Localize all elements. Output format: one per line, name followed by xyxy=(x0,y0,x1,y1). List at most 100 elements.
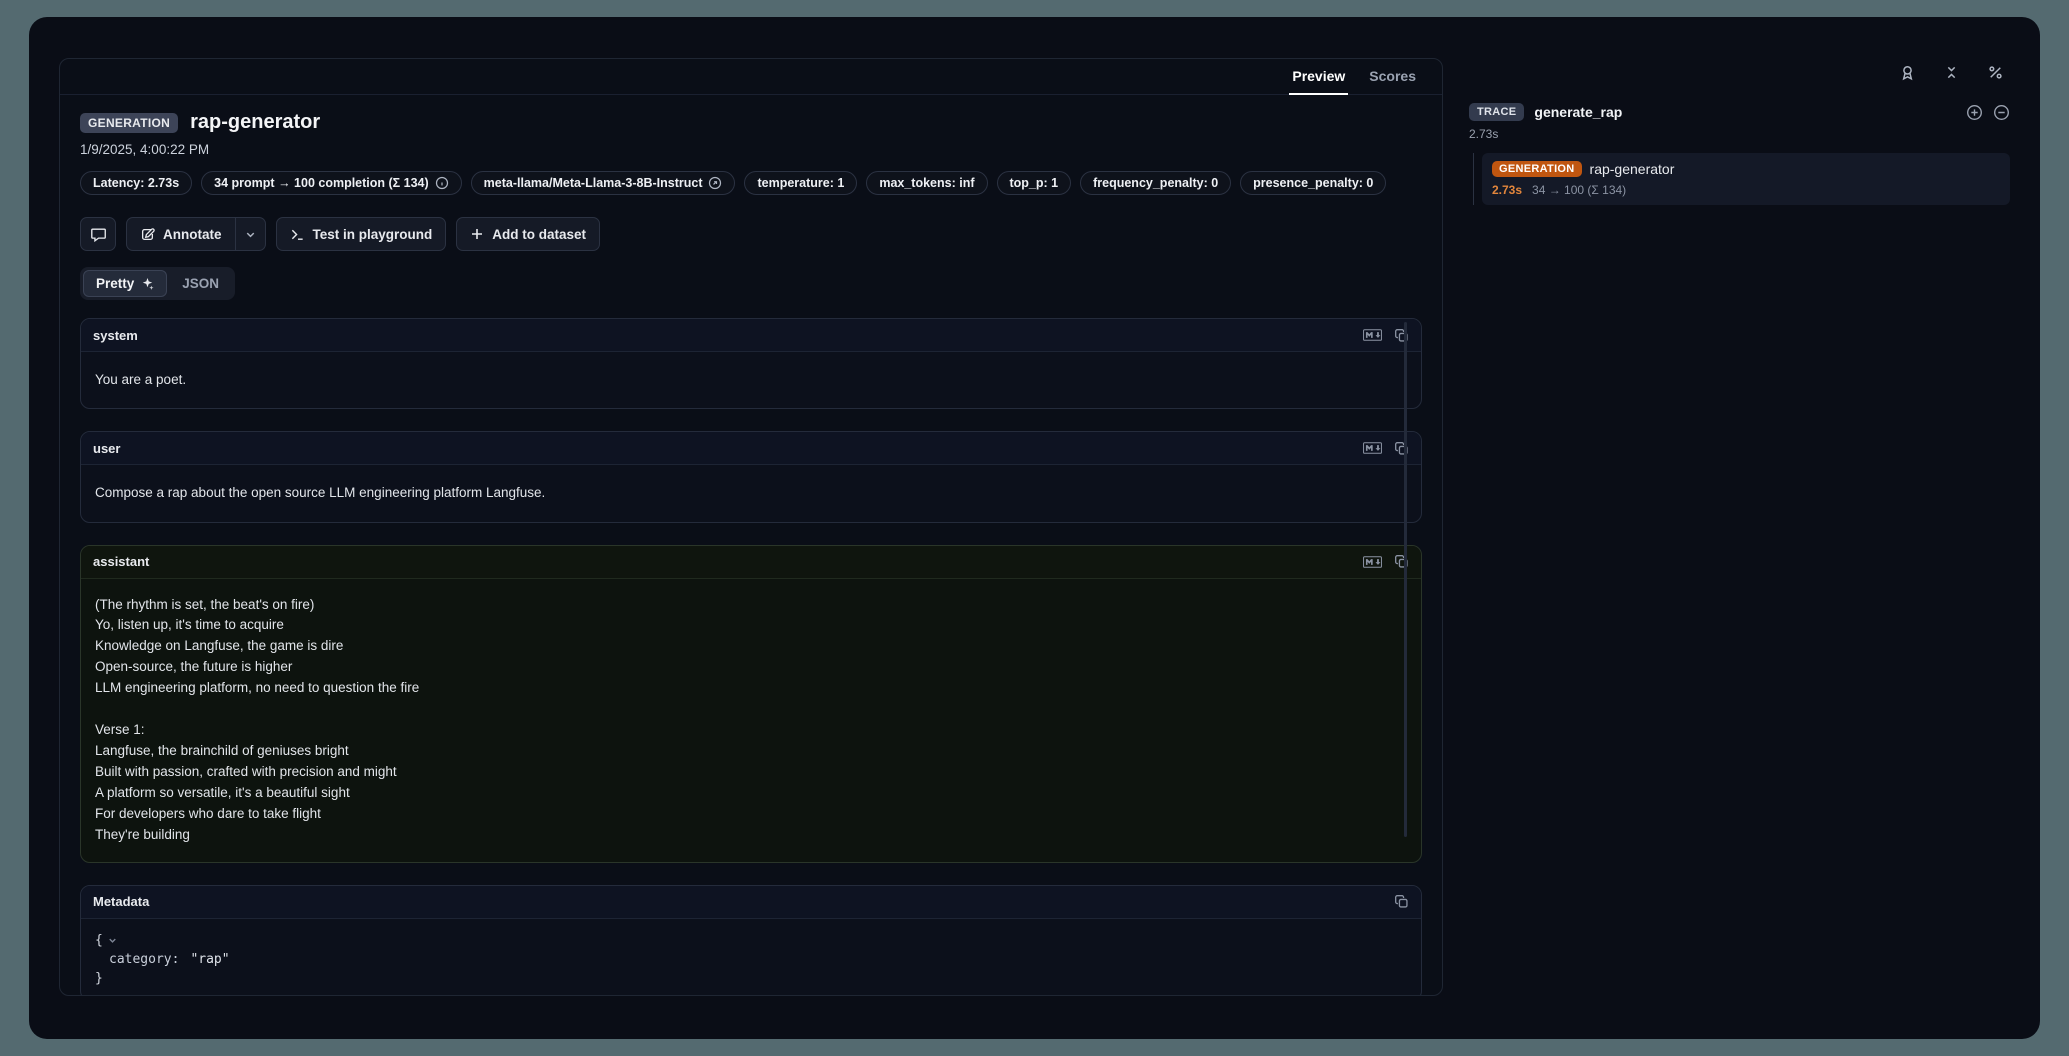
node-title: rap-generator xyxy=(1590,161,1675,177)
presence-penalty-pill: presence_penalty: 0 xyxy=(1240,171,1386,195)
annotate-button-group: Annotate xyxy=(126,217,266,251)
message-content: (The rhythm is set, the beat's on fire) … xyxy=(81,579,1421,862)
message-role: assistant xyxy=(93,554,149,569)
json-open-line: { xyxy=(95,931,1407,950)
max-tokens-pill-label: max_tokens: inf xyxy=(879,176,974,190)
info-icon xyxy=(435,176,449,190)
system-message-header: system xyxy=(81,319,1421,352)
generation-type-badge: GENERATION xyxy=(80,113,178,133)
markdown-toggle-button[interactable] xyxy=(1363,329,1382,341)
assistant-message-card: assistant xyxy=(80,545,1422,863)
collapse-all-button[interactable] xyxy=(1936,57,1966,87)
plus-circle-icon xyxy=(1966,104,1983,121)
pretty-json-toggle: Pretty JSON xyxy=(80,267,235,300)
percent-icon xyxy=(1987,64,2004,81)
markdown-toggle-button[interactable] xyxy=(1363,442,1382,454)
json-entry-line: category: "rap" xyxy=(95,950,1407,969)
comment-icon xyxy=(90,226,107,243)
node-token-usage: 34 → 100 (Σ 134) xyxy=(1532,183,1626,197)
chevron-down-icon xyxy=(244,228,257,241)
toggle-pretty[interactable]: Pretty xyxy=(83,270,167,297)
annotation-queue-button[interactable] xyxy=(1892,57,1922,87)
add-to-dataset-button[interactable]: Add to dataset xyxy=(456,217,600,251)
message-header-icons xyxy=(1363,441,1409,456)
trace-duration: 2.73s xyxy=(1469,127,2010,141)
temperature-pill-label: temperature: 1 xyxy=(757,176,844,190)
message-role: user xyxy=(93,441,120,456)
sidebar-toolbar xyxy=(1469,57,2010,87)
tab-scores[interactable]: Scores xyxy=(1357,59,1428,94)
copy-button[interactable] xyxy=(1394,894,1409,909)
edit-pen-icon xyxy=(140,227,155,242)
annotate-dropdown-button[interactable] xyxy=(236,217,266,251)
observation-timestamp: 1/9/2025, 4:00:22 PM xyxy=(80,142,1422,157)
annotate-label: Annotate xyxy=(163,227,222,242)
tab-preview[interactable]: Preview xyxy=(1280,59,1357,94)
token-usage-pill[interactable]: 34 prompt → 100 completion (Σ 134) xyxy=(201,171,462,195)
copy-icon xyxy=(1394,894,1409,909)
test-in-playground-label: Test in playground xyxy=(313,227,433,242)
presence-penalty-pill-label: presence_penalty: 0 xyxy=(1253,176,1373,190)
tree-node-generation[interactable]: GENERATION rap-generator 2.73s 34 → 100 … xyxy=(1482,153,2010,205)
plus-icon xyxy=(470,227,484,241)
node-metrics-row: 2.73s 34 → 100 (Σ 134) xyxy=(1492,183,2000,197)
user-message-card: user xyxy=(80,431,1422,522)
frequency-penalty-pill: frequency_penalty: 0 xyxy=(1080,171,1231,195)
top-p-pill-label: top_p: 1 xyxy=(1010,176,1059,190)
minus-circle-icon xyxy=(1993,104,2010,121)
model-pill-label: meta-llama/Meta-Llama-3-8B-Instruct xyxy=(484,176,703,190)
test-in-playground-button[interactable]: Test in playground xyxy=(276,217,447,251)
message-header-icons xyxy=(1363,328,1409,343)
comment-button[interactable] xyxy=(80,217,116,251)
model-pill[interactable]: meta-llama/Meta-Llama-3-8B-Instruct xyxy=(471,171,736,195)
system-message-card: system xyxy=(80,318,1422,409)
tree-expand-controls xyxy=(1966,104,2010,121)
add-to-dataset-label: Add to dataset xyxy=(492,227,586,242)
award-icon xyxy=(1899,64,1916,81)
model-details-icon xyxy=(708,176,722,190)
observation-detail-panel: Preview Scores GENERATION rap-generator … xyxy=(59,58,1443,996)
frequency-penalty-pill-label: frequency_penalty: 0 xyxy=(1093,176,1218,190)
messages-scroll-area: system xyxy=(80,318,1422,863)
panel-body: GENERATION rap-generator 1/9/2025, 4:00:… xyxy=(60,95,1442,995)
app-window: Preview Scores GENERATION rap-generator … xyxy=(29,17,2040,1039)
metadata-card: Metadata { xyxy=(80,885,1422,995)
toggle-json-label: JSON xyxy=(182,276,219,291)
terminal-icon xyxy=(290,227,305,242)
observation-title: rap-generator xyxy=(190,111,320,134)
markdown-toggle-button[interactable] xyxy=(1363,556,1382,568)
title-row: GENERATION rap-generator xyxy=(80,111,1422,134)
json-key: category: xyxy=(109,950,179,969)
generation-node-badge: GENERATION xyxy=(1492,161,1582,177)
trace-type-badge: TRACE xyxy=(1469,103,1524,121)
node-title-row: GENERATION rap-generator xyxy=(1492,161,2000,177)
collapse-tree-button[interactable] xyxy=(1993,104,2010,121)
json-collapse-caret-icon[interactable] xyxy=(107,935,118,946)
metadata-json-viewer: { category: "rap" } xyxy=(81,919,1421,995)
collapse-vertical-icon xyxy=(1943,64,1960,81)
metrics-pill-row: Latency: 2.73s 34 prompt → 100 completio… xyxy=(80,171,1422,195)
metadata-header-icons xyxy=(1394,894,1409,909)
preview-tabbar: Preview Scores xyxy=(60,59,1442,95)
metadata-title: Metadata xyxy=(93,894,149,909)
assistant-message-header: assistant xyxy=(81,546,1421,579)
toggle-json[interactable]: JSON xyxy=(169,270,232,297)
metadata-header: Metadata xyxy=(81,886,1421,919)
annotate-button[interactable]: Annotate xyxy=(126,217,236,251)
message-header-icons xyxy=(1363,554,1409,569)
scrollbar-thumb[interactable] xyxy=(1404,322,1407,837)
trace-header-row: TRACE generate_rap xyxy=(1469,103,2010,121)
user-message-header: user xyxy=(81,432,1421,465)
trace-tree-sidebar: TRACE generate_rap 2.73s xyxy=(1443,17,2040,1039)
trace-title: generate_rap xyxy=(1534,104,1622,120)
temperature-pill: temperature: 1 xyxy=(744,171,857,195)
latency-pill-label: Latency: 2.73s xyxy=(93,176,179,190)
show-percentages-button[interactable] xyxy=(1980,57,2010,87)
top-p-pill: top_p: 1 xyxy=(997,171,1072,195)
expand-all-button[interactable] xyxy=(1966,104,1983,121)
json-value: "rap" xyxy=(190,950,229,969)
trace-tree: GENERATION rap-generator 2.73s 34 → 100 … xyxy=(1469,153,2010,205)
json-open-brace: { xyxy=(95,931,103,950)
action-toolbar: Annotate Test in playground xyxy=(80,217,1422,251)
token-usage-pill-label: 34 prompt → 100 completion (Σ 134) xyxy=(214,176,429,190)
